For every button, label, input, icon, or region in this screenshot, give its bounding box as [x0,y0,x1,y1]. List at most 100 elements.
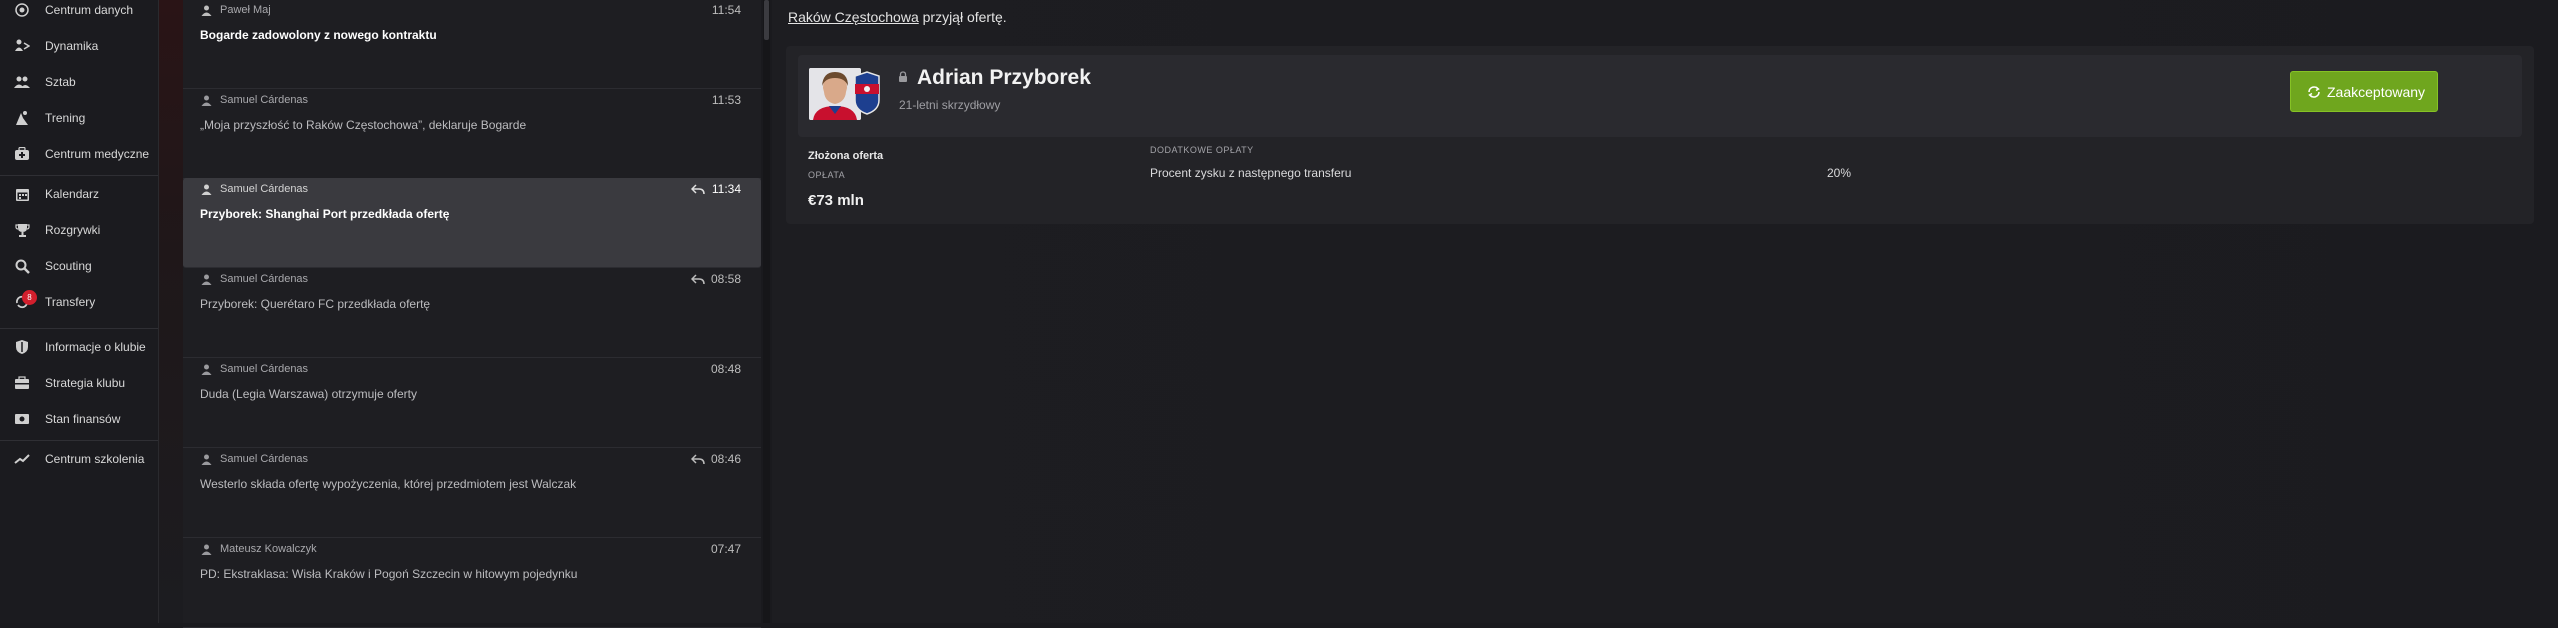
message-time: 08:46 [710,452,741,466]
extra-fee-value: 20% [1827,166,1852,180]
sidebar-divider [0,440,158,441]
sidebar-item-staff[interactable]: Sztab [0,67,158,97]
shield-icon [13,338,31,356]
trophy-icon [13,221,31,239]
sidebar-item-label: Centrum danych [45,3,134,17]
sidebar: Centrum danych Dynamika Sztab Trening Ce… [0,0,159,623]
sidebar-item-label: Dynamika [45,39,99,53]
message-time: 11:34 [711,182,741,196]
sidebar-item-label: Stan finansów [45,412,121,426]
message-time: 11:53 [711,93,741,107]
message-sender: Samuel Cárdenas [220,183,309,195]
player-description: 21-letni skrzydłowy [899,98,1001,112]
sidebar-item-training[interactable]: Trening [0,103,158,133]
club-link[interactable]: Raków Częstochowa [788,9,919,25]
extra-fees-label: DODATKOWE OPŁATY [1150,145,1254,155]
message-subject: Przyborek: Shanghai Port przedkłada ofer… [200,207,450,221]
sidebar-item-transfers[interactable]: 8 Transfery [0,287,158,317]
message-subject: Duda (Legia Warszawa) otrzymuje oferty [200,387,417,401]
accepted-label: Zaakceptowany [2327,83,2426,100]
strategy-icon [13,374,31,392]
message-subject: Bogarde zadowolony z nowego kontraktu [200,28,437,42]
message-sender: Paweł Maj [220,4,271,16]
headline-text: przyjął ofertę. [918,9,1007,25]
sidebar-item-label: Informacje o klubie [45,340,146,354]
sidebar-item-label: Kalendarz [45,187,100,201]
sidebar-item-label: Centrum medyczne [45,147,150,161]
offer-title: Złożona oferta [808,150,884,162]
message-sender: Samuel Cárdenas [220,94,309,106]
message-sender: Samuel Cárdenas [220,273,309,285]
background-strip [159,0,183,623]
fee-value: €73 mln [808,192,864,209]
message-subject: „Moja przyszłość to Raków Częstochowa”, … [200,118,527,132]
sidebar-item-label: Scouting [45,259,92,273]
sidebar-item-calendar[interactable]: Kalendarz [0,179,158,209]
person-icon [201,5,212,16]
person-icon [201,364,212,375]
scrollbar-thumb[interactable] [764,0,769,40]
player-box: Adrian Przyborek 21-letni skrzydłowy Zaa… [798,55,2522,137]
fee-label: OPŁATA [808,170,846,180]
medical-icon [13,145,31,163]
message-headline: Raków Częstochowa przyjął ofertę. [788,9,1007,25]
sidebar-item-label: Rozgrywki [45,223,101,237]
calendar-icon [13,185,31,203]
sidebar-item-dynamics[interactable]: Dynamika [0,31,158,61]
message-sender: Samuel Cárdenas [220,453,309,465]
sidebar-item-scouting[interactable]: Scouting [0,251,158,281]
reply-icon [691,274,705,285]
message-item[interactable]: Samuel Cárdenas 11:53 „Moja przyszłość t… [183,89,761,179]
message-list-scrollbar[interactable] [763,0,770,623]
message-item[interactable]: Mateusz Kowalczyk 07:47 PD: Ekstraklasa:… [183,538,761,628]
message-subject: Przyborek: Querétaro FC przedkłada ofert… [200,297,431,311]
person-icon [201,184,212,195]
message-subject: PD: Ekstraklasa: Wisła Kraków i Pogoń Sz… [200,567,578,581]
sidebar-item-competitions[interactable]: Rozgrywki [0,215,158,245]
finances-icon [13,410,31,428]
message-time: 11:54 [711,3,741,17]
reply-icon [691,454,705,465]
sidebar-item-label: Transfery [45,295,96,309]
message-item[interactable]: Samuel Cárdenas 08:46 Westerlo składa of… [183,448,761,538]
message-item[interactable]: Samuel Cárdenas 08:48 Duda (Legia Warsza… [183,358,761,448]
accepted-button[interactable]: Zaakceptowany [2290,71,2438,112]
sidebar-item-training-center[interactable]: Centrum szkolenia [0,444,158,474]
message-item-selected[interactable]: Samuel Cárdenas 11:34 Przyborek: Shangha… [183,178,761,268]
training-icon [13,109,31,127]
sidebar-divider [0,328,158,329]
training-center-icon [13,450,31,468]
offer-card: Adrian Przyborek 21-letni skrzydłowy Zaa… [786,46,2534,224]
sidebar-item-finances[interactable]: Stan finansów [0,404,158,434]
message-sender: Samuel Cárdenas [220,363,309,375]
notification-badge: 8 [22,290,37,305]
message-detail: Raków Częstochowa przyjął ofertę. Adrian… [772,0,2558,623]
message-list: Paweł Maj 11:54 Bogarde zadowolony z now… [183,0,761,628]
refresh-icon [2308,85,2320,98]
sidebar-item-club-info[interactable]: Informacje o klubie [0,332,158,362]
message-time: 08:48 [710,362,741,376]
sidebar-divider [0,175,158,176]
staff-icon [13,73,31,91]
sidebar-item-medical[interactable]: Centrum medyczne [0,139,158,169]
dynamics-icon [13,37,31,55]
lock-icon [899,71,907,82]
message-time: 07:47 [710,542,741,556]
message-item[interactable]: Paweł Maj 11:54 Bogarde zadowolony z now… [183,0,761,89]
reply-icon [691,184,705,195]
person-icon [201,454,212,465]
person-icon [201,544,212,555]
player-name[interactable]: Adrian Przyborek [917,66,1091,90]
sidebar-item-label: Trening [45,111,86,125]
person-icon [201,95,212,106]
message-time: 08:58 [710,272,741,286]
sidebar-item-label: Sztab [45,75,76,89]
message-item[interactable]: Samuel Cárdenas 08:58 Przyborek: Queréta… [183,268,761,358]
message-sender: Mateusz Kowalczyk [220,543,317,555]
message-subject: Westerlo składa ofertę wypożyczenia, któ… [200,477,577,491]
sidebar-item-strategy[interactable]: Strategia klubu [0,368,158,398]
sidebar-item-label: Strategia klubu [45,376,126,390]
search-icon [13,257,31,275]
sidebar-item-data-center[interactable]: Centrum danych [0,0,158,25]
club-crest [853,70,881,116]
